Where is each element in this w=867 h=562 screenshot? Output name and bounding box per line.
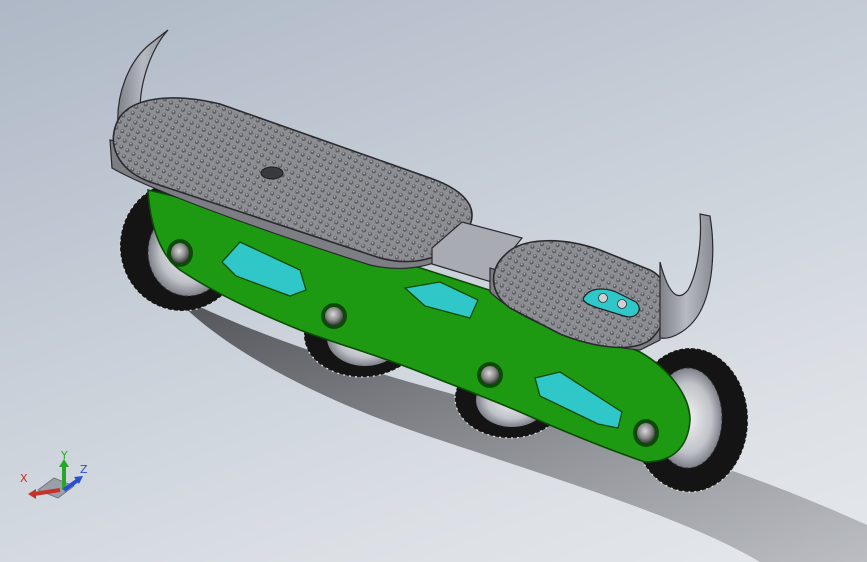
- skate-model[interactable]: [0, 0, 867, 562]
- x-axis-label: X: [20, 472, 28, 485]
- toe-cuff[interactable]: [659, 213, 714, 339]
- 3d-viewport[interactable]: X Y Z: [0, 0, 867, 562]
- deck-mount-hole: [260, 166, 284, 180]
- rear-deck-screw-1: [598, 293, 608, 303]
- z-axis-label: Z: [80, 463, 88, 476]
- axle-bolt-1[interactable]: [167, 239, 193, 267]
- axle-bolt-3[interactable]: [477, 362, 503, 388]
- y-axis-label: Y: [61, 449, 68, 462]
- x-axis-arrowhead: [28, 489, 36, 499]
- axis-triad: X Y Z: [14, 446, 94, 506]
- rear-deck-screw-2: [617, 299, 627, 309]
- axle-bolt-4[interactable]: [633, 419, 659, 447]
- axle-bolt-2[interactable]: [321, 303, 347, 329]
